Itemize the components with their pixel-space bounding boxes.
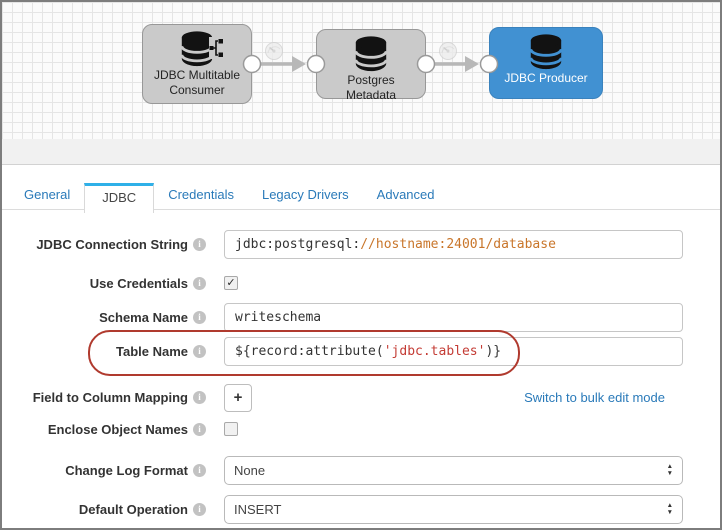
- output-port[interactable]: [244, 56, 261, 73]
- info-icon[interactable]: i: [193, 311, 206, 324]
- enclose-object-names-label: Enclose Object Names: [2, 422, 188, 437]
- schema-name-label: Schema Name: [2, 310, 188, 325]
- jdbc-config-panel: JDBC Connection String i jdbc:postgresql…: [2, 210, 720, 530]
- table-expr-suffix: )}: [485, 344, 501, 359]
- config-row: Schema Name i writeschema: [2, 303, 720, 332]
- info-icon[interactable]: i: [193, 503, 206, 516]
- metrics-gauge-icon: [438, 41, 458, 61]
- stream-link-arrow[interactable]: [416, 51, 500, 77]
- use-credentials-checkbox[interactable]: ✓: [224, 276, 238, 290]
- tab-legacy-drivers[interactable]: Legacy Drivers: [248, 182, 363, 209]
- info-icon[interactable]: i: [193, 345, 206, 358]
- config-row: Default Operation i INSERT ▲▼: [2, 495, 720, 524]
- stream-link-arrow[interactable]: [242, 51, 328, 77]
- change-log-format-select[interactable]: None ▲▼: [224, 456, 683, 485]
- field-to-column-mapping-label: Field to Column Mapping: [2, 390, 188, 405]
- info-icon[interactable]: i: [193, 423, 206, 436]
- stage-node-jdbc-producer[interactable]: JDBC Producer: [489, 27, 603, 99]
- tab-advanced[interactable]: Advanced: [363, 182, 449, 209]
- config-row: JDBC Connection String i jdbc:postgresql…: [2, 230, 720, 259]
- tab-jdbc[interactable]: JDBC: [84, 183, 154, 213]
- table-name-label: Table Name: [2, 344, 188, 359]
- stage-label: JDBC Multitable Consumer: [143, 68, 251, 97]
- canvas-footer-strip: [2, 139, 720, 165]
- default-operation-label: Default Operation: [2, 502, 188, 517]
- connection-scheme-text: jdbc:postgresql:: [235, 237, 360, 252]
- connection-host-text: //hostname:24001/database: [360, 237, 556, 252]
- tab-general[interactable]: General: [10, 182, 84, 209]
- stage-label: Postgres Metadata: [317, 73, 425, 102]
- info-icon[interactable]: i: [193, 277, 206, 290]
- jdbc-connection-string-input[interactable]: jdbc:postgresql://hostname:24001/databas…: [224, 230, 683, 259]
- info-icon[interactable]: i: [193, 391, 206, 404]
- stage-node-postgres-metadata[interactable]: Postgres Metadata: [316, 29, 426, 99]
- schema-name-input[interactable]: writeschema: [224, 303, 683, 332]
- info-icon[interactable]: i: [193, 464, 206, 477]
- config-row: Use Credentials i ✓: [2, 275, 720, 291]
- table-expr-prefix: ${record:attribute(: [235, 344, 384, 359]
- app-window: JDBC Multitable Consumer Postgres Metada…: [0, 0, 722, 530]
- default-operation-select[interactable]: INSERT ▲▼: [224, 495, 683, 524]
- input-port[interactable]: [308, 56, 325, 73]
- use-credentials-label: Use Credentials: [2, 276, 188, 291]
- jdbc-connection-string-label: JDBC Connection String: [2, 237, 188, 252]
- database-icon: [350, 35, 392, 73]
- select-spinner-icon: ▲▼: [667, 464, 673, 476]
- config-row: Table Name i ${record:attribute('jdbc.ta…: [2, 337, 720, 366]
- table-expr-string: 'jdbc.tables': [384, 344, 486, 359]
- multitable-fork-icon: [209, 37, 224, 59]
- default-operation-value: INSERT: [234, 502, 281, 517]
- config-row: Change Log Format i None ▲▼: [2, 456, 720, 485]
- change-log-format-label: Change Log Format: [2, 463, 188, 478]
- info-icon[interactable]: i: [193, 238, 206, 251]
- config-tabs: General JDBC Credentials Legacy Drivers …: [2, 182, 720, 210]
- select-spinner-icon: ▲▼: [667, 503, 673, 515]
- bulk-edit-link[interactable]: Switch to bulk edit mode: [524, 390, 665, 405]
- database-icon: [176, 30, 218, 68]
- stage-node-jdbc-multitable-consumer[interactable]: JDBC Multitable Consumer: [142, 24, 252, 104]
- tab-credentials[interactable]: Credentials: [154, 182, 248, 209]
- stage-label: JDBC Producer: [500, 71, 591, 86]
- table-name-input[interactable]: ${record:attribute('jdbc.tables')}: [224, 337, 683, 366]
- add-field-mapping-button[interactable]: +: [224, 384, 252, 412]
- database-icon: [525, 33, 567, 71]
- input-port[interactable]: [481, 56, 498, 73]
- metrics-gauge-icon: [264, 41, 284, 61]
- enclose-object-names-checkbox[interactable]: [224, 422, 238, 436]
- config-row: Enclose Object Names i: [2, 421, 720, 437]
- pipeline-canvas: JDBC Multitable Consumer Postgres Metada…: [2, 2, 720, 139]
- output-port[interactable]: [418, 56, 435, 73]
- change-log-format-value: None: [234, 463, 265, 478]
- config-row: Field to Column Mapping i + Switch to bu…: [2, 383, 720, 412]
